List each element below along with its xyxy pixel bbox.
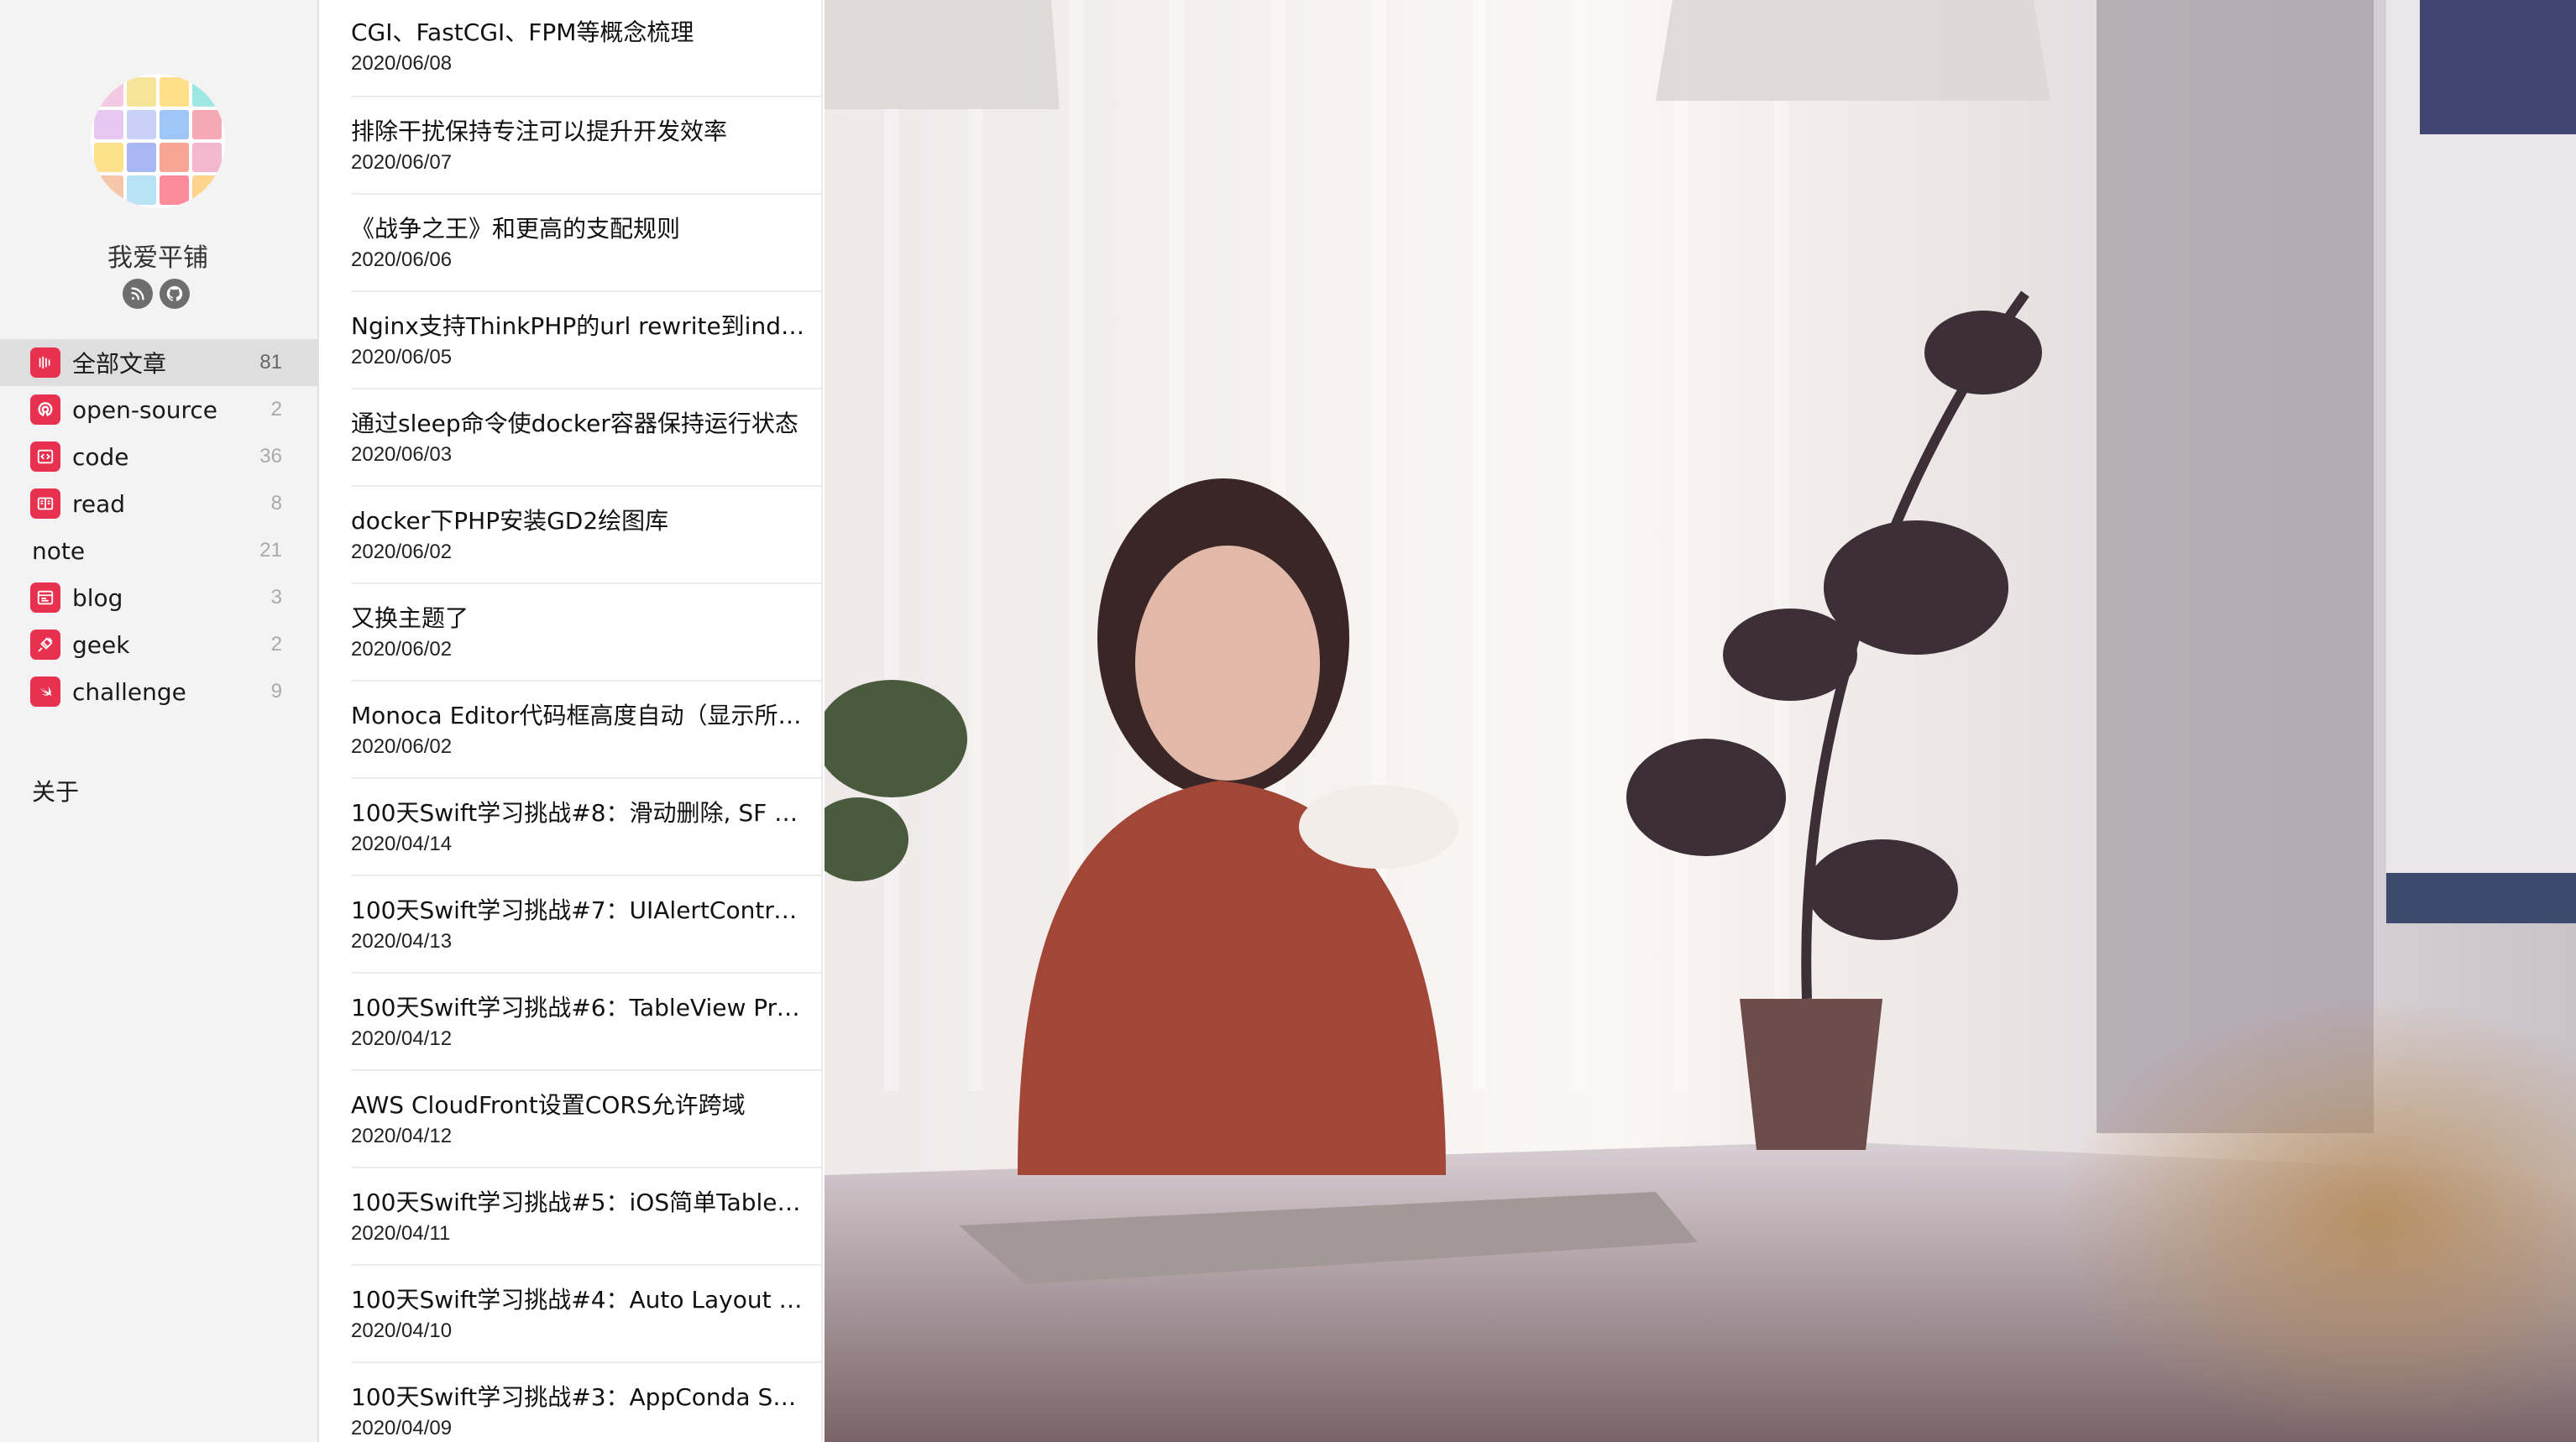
book-icon bbox=[30, 489, 60, 519]
nav-item-note[interactable]: note 21 bbox=[0, 527, 317, 574]
article-title: 《战争之王》和更高的支配规则 bbox=[351, 215, 681, 243]
nav-item-count: 9 bbox=[270, 680, 282, 703]
article-title: Nginx支持ThinkPHP的url rewrite到index.php bbox=[351, 312, 811, 340]
nav-item-challenge[interactable]: challenge 9 bbox=[0, 668, 317, 715]
list-item[interactable]: 100天Swift学习挑战#3：AppConda Swift 2020/04/09 bbox=[351, 1363, 821, 1442]
article-title: AWS CloudFront设置CORS允许跨域 bbox=[351, 1091, 746, 1119]
plug-icon bbox=[30, 630, 60, 660]
code-icon bbox=[30, 441, 60, 472]
article-date: 2020/06/07 bbox=[351, 151, 453, 174]
article-date: 2020/06/02 bbox=[351, 638, 453, 661]
article-title: 排除干扰保持专注可以提升开发效率 bbox=[351, 118, 728, 145]
swift-icon bbox=[30, 677, 60, 707]
article-date: 2020/04/10 bbox=[351, 1319, 453, 1342]
nav-item-count: 81 bbox=[259, 351, 282, 374]
list-item[interactable]: AWS CloudFront设置CORS允许跨域 2020/04/12 bbox=[351, 1071, 821, 1168]
article-date: 2020/06/05 bbox=[351, 346, 453, 368]
article-date: 2020/06/02 bbox=[351, 735, 453, 758]
article-title: Monoca Editor代码框高度自动（显示所有行） bbox=[351, 702, 811, 729]
article-date: 2020/04/12 bbox=[351, 1027, 453, 1050]
list-item[interactable]: 100天Swift学习挑战#5：iOS简单TableView 2020/04/11 bbox=[351, 1168, 821, 1266]
article-title: 100天Swift学习挑战#7：UIAlertController bbox=[351, 896, 811, 924]
nav-item-read[interactable]: read 8 bbox=[0, 480, 317, 527]
background-photo bbox=[825, 0, 2576, 1442]
nav-item-count: 8 bbox=[270, 492, 282, 515]
nav-item-label: challenge bbox=[72, 677, 186, 706]
list-item[interactable]: CGI、FastCGI、FPM等概念梳理 2020/06/08 bbox=[351, 0, 821, 97]
article-title: docker下PHP安装GD2绘图库 bbox=[351, 507, 669, 535]
article-date: 2020/06/08 bbox=[351, 52, 453, 75]
social-links bbox=[123, 279, 190, 309]
avatar[interactable] bbox=[91, 74, 225, 208]
nav-item-label: note bbox=[32, 536, 86, 565]
article-date: 2020/04/11 bbox=[351, 1222, 451, 1245]
avatar-tile-grid bbox=[91, 74, 225, 208]
article-title: 通过sleep命令使docker容器保持运行状态 bbox=[351, 410, 798, 437]
nav-item-count: 36 bbox=[259, 445, 282, 468]
list-item[interactable]: Nginx支持ThinkPHP的url rewrite到index.php 202… bbox=[351, 292, 821, 389]
article-list: CGI、FastCGI、FPM等概念梳理 2020/06/08 排除干扰保持专注可… bbox=[319, 0, 823, 1442]
article-date: 2020/04/12 bbox=[351, 1125, 453, 1147]
list-item[interactable]: 又换主题了 2020/06/02 bbox=[351, 584, 821, 682]
bars-icon bbox=[30, 347, 60, 378]
nav-item-count: 3 bbox=[270, 586, 282, 609]
sidebar: 我爱平铺 全部文章 81 open-source 2 code 36 read … bbox=[0, 0, 319, 1442]
site-title[interactable]: 我爱平铺 bbox=[0, 237, 316, 274]
about-link[interactable]: 关于 bbox=[32, 774, 79, 807]
nav-item-label: open-source bbox=[72, 395, 217, 424]
rss-icon[interactable] bbox=[123, 279, 153, 309]
article-title: 100天Swift学习挑战#6：TableView Protocol bbox=[351, 994, 811, 1021]
github-icon[interactable] bbox=[160, 279, 190, 309]
browser-icon bbox=[30, 583, 60, 613]
article-date: 2020/06/03 bbox=[351, 443, 453, 466]
article-title: 100天Swift学习挑战#4：Auto Layout 与约束 bbox=[351, 1286, 811, 1314]
list-item[interactable]: 100天Swift学习挑战#7：UIAlertController 2020/04… bbox=[351, 876, 821, 974]
nav-item-count: 2 bbox=[270, 633, 282, 656]
list-item[interactable]: docker下PHP安装GD2绘图库 2020/06/02 bbox=[351, 487, 821, 584]
article-date: 2020/04/14 bbox=[351, 833, 453, 855]
nav-item-label: 全部文章 bbox=[72, 350, 167, 378]
article-title: CGI、FastCGI、FPM等概念梳理 bbox=[351, 18, 694, 46]
nav-item-all[interactable]: 全部文章 81 bbox=[0, 339, 317, 386]
article-title: 100天Swift学习挑战#3：AppConda Swift bbox=[351, 1383, 811, 1411]
article-date: 2020/04/13 bbox=[351, 930, 453, 953]
list-item[interactable]: 100天Swift学习挑战#4：Auto Layout 与约束 2020/04/1… bbox=[351, 1266, 821, 1363]
article-title: 100天Swift学习挑战#5：iOS简单TableView bbox=[351, 1189, 811, 1216]
list-item[interactable]: 100天Swift学习挑战#8：滑动删除, SF Symbols 2020/04/… bbox=[351, 779, 821, 876]
nav-item-label: geek bbox=[72, 630, 130, 659]
nav-item-geek[interactable]: geek 2 bbox=[0, 621, 317, 668]
list-item[interactable]: 《战争之王》和更高的支配规则 2020/06/06 bbox=[351, 195, 821, 292]
nav-item-label: blog bbox=[72, 583, 123, 612]
nav-item-code[interactable]: code 36 bbox=[0, 433, 317, 480]
article-title: 又换主题了 bbox=[351, 604, 469, 632]
nav-item-open-source[interactable]: open-source 2 bbox=[0, 386, 317, 433]
photo-illustration bbox=[825, 0, 2576, 1442]
nav-item-label: code bbox=[72, 442, 129, 471]
category-nav: 全部文章 81 open-source 2 code 36 read 8 not… bbox=[0, 339, 317, 715]
list-item[interactable]: 100天Swift学习挑战#6：TableView Protocol 2020/0… bbox=[351, 974, 821, 1071]
article-date: 2020/06/02 bbox=[351, 541, 453, 563]
nav-item-blog[interactable]: blog 3 bbox=[0, 574, 317, 621]
article-date: 2020/06/06 bbox=[351, 248, 453, 271]
open-source-icon bbox=[30, 394, 60, 425]
list-item[interactable]: 排除干扰保持专注可以提升开发效率 2020/06/07 bbox=[351, 97, 821, 195]
article-date: 2020/04/09 bbox=[351, 1417, 453, 1439]
nav-item-count: 2 bbox=[270, 398, 282, 421]
article-title: 100天Swift学习挑战#8：滑动删除, SF Symbols bbox=[351, 799, 811, 827]
nav-item-label: read bbox=[72, 489, 126, 518]
list-item[interactable]: Monoca Editor代码框高度自动（显示所有行） 2020/06/02 bbox=[351, 682, 821, 779]
nav-item-count: 21 bbox=[259, 539, 282, 562]
list-item[interactable]: 通过sleep命令使docker容器保持运行状态 2020/06/03 bbox=[351, 389, 821, 487]
